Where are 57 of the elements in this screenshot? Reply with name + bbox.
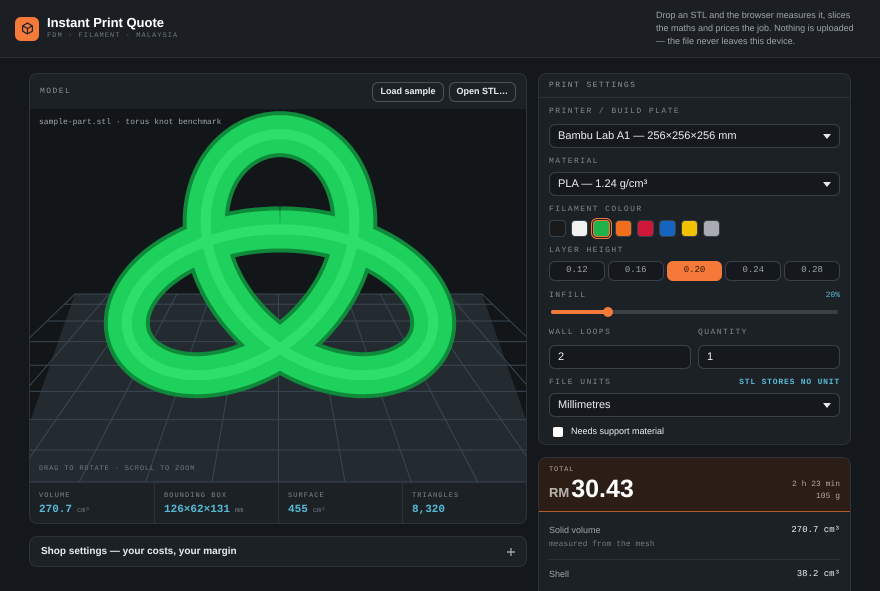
field-label: MATERIAL	[549, 156, 600, 168]
infill-slider[interactable]	[551, 307, 838, 317]
layer-height-option[interactable]: 0.28	[784, 261, 840, 281]
file-caption: sample-part.stl · torus knot benchmark	[39, 117, 222, 129]
colour-swatch[interactable]	[681, 220, 698, 237]
field-label: PRINTER / BUILD PLATE	[549, 106, 682, 118]
caret-icon	[823, 402, 831, 408]
colour-swatch[interactable]	[593, 220, 610, 237]
stat-value: 455	[288, 502, 308, 518]
number-field[interactable]: 2	[549, 345, 691, 369]
layer-height-option[interactable]: 0.20	[666, 261, 722, 281]
colour-swatch[interactable]	[571, 220, 588, 237]
total-amount: 30.43	[571, 475, 634, 503]
field-label: FILAMENT COLOUR	[549, 204, 644, 216]
stat-value: 270.7	[39, 502, 72, 518]
layer-height-option[interactable]: 0.24	[725, 261, 782, 281]
caret-icon	[823, 134, 831, 138]
print-weight: 105 g	[816, 490, 840, 502]
field-label: INFILL	[549, 290, 586, 302]
shop-settings-header[interactable]: Shop settings — your costs, your margin	[29, 536, 527, 567]
stat-value: 8,320	[412, 502, 446, 518]
layer-height-option[interactable]: 0.16	[608, 261, 664, 281]
layer-height-option[interactable]: 0.12	[549, 261, 605, 281]
colour-swatch[interactable]	[659, 220, 676, 237]
field-label: WALL LOOPS	[549, 327, 612, 339]
stat-value: 126×62×131	[164, 502, 230, 518]
caret-icon	[823, 182, 831, 186]
field-label: QUANTITY	[698, 327, 749, 339]
breakdown-note: measured from the mesh	[549, 539, 655, 551]
toolbar-button[interactable]: Open STL…	[448, 82, 516, 102]
colour-swatch[interactable]	[615, 220, 632, 237]
infill-reading: 20%	[826, 290, 840, 302]
header-description: Drop an STL and the browser measures it, slices the maths and prices the job. Nothing is uploaded — the file never leaves this device.	[656, 9, 855, 48]
colour-swatch[interactable]	[703, 220, 720, 237]
app-title: Instant Print Quote	[47, 15, 165, 32]
currency: RM	[549, 484, 570, 502]
card-title: PRINT SETTINGS	[549, 80, 636, 92]
breakdown-label: Solid volume	[549, 524, 602, 536]
select-field[interactable]: Millimetres	[549, 393, 840, 417]
logo-icon	[15, 16, 39, 40]
breakdown-value: 270.7 cm³	[791, 524, 840, 536]
select-field[interactable]: PLA — 1.24 g/cm³	[549, 172, 840, 196]
slider-thumb[interactable]	[603, 307, 614, 317]
field-label: LAYER HEIGHT	[549, 245, 625, 257]
units-note: STL STORES NO UNIT	[739, 377, 840, 389]
colour-swatch[interactable]	[549, 220, 566, 237]
print-time: 2 h 23 min	[792, 478, 840, 490]
number-field[interactable]: 1	[698, 345, 840, 369]
checkbox-label: Needs support material	[571, 425, 664, 438]
checkbox[interactable]	[553, 426, 563, 437]
colour-swatch[interactable]	[637, 220, 654, 237]
select-field[interactable]: Bambu Lab A1 — 256×256×256 mm	[549, 124, 840, 148]
field-label: FILE UNITS	[549, 377, 612, 389]
toolbar-button[interactable]: Load sample	[372, 82, 444, 102]
card-title: MODEL	[40, 86, 72, 98]
breakdown-value: 38.2 cm³	[796, 568, 840, 581]
breakdown-label: Shell	[549, 568, 570, 581]
